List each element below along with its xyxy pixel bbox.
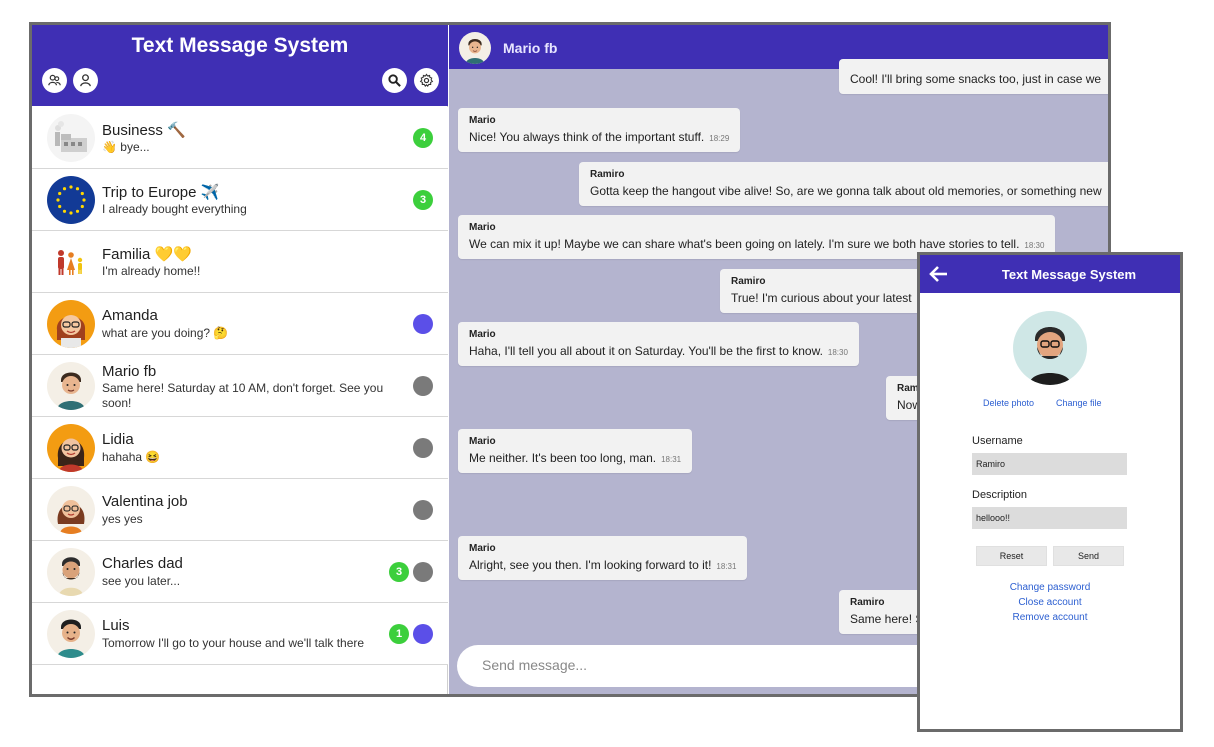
chat-item-amanda[interactable]: Amanda what are you doing? 🤔 xyxy=(32,293,448,355)
username-label: Username xyxy=(972,435,1023,447)
app-title: Text Message System xyxy=(131,34,349,57)
message-text: We can mix it up! Maybe we can share wha… xyxy=(469,237,1020,251)
chat-item-trip-to-europe[interactable]: Trip to Europe ✈️ I already bought every… xyxy=(32,169,448,231)
change-file-link[interactable]: Change file xyxy=(1056,398,1102,408)
offline-status-dot xyxy=(413,500,433,520)
chat-preview: hahaha 😆 xyxy=(102,450,161,464)
chat-item-charles-dad[interactable]: Charles dad see you later... 3 xyxy=(32,541,448,603)
chat-list: Business 🔨 👋 bye... 4 Trip to Europe ✈️ … xyxy=(32,107,448,665)
profile-photo xyxy=(1013,311,1087,385)
remove-account-link[interactable]: Remove account xyxy=(920,612,1180,623)
family-avatar xyxy=(47,238,95,286)
unread-badge: 1 xyxy=(389,624,409,644)
message-sender: Mario xyxy=(469,222,496,233)
message-text: Nice! You always think of the important … xyxy=(469,130,705,144)
chat-preview: see you later... xyxy=(102,574,181,588)
mario-avatar xyxy=(47,362,95,410)
message-time: 18:30 xyxy=(1024,241,1045,250)
message-sender: Mario xyxy=(469,543,496,554)
chat-name: Valentina job xyxy=(102,493,188,510)
chat-preview: yes yes xyxy=(102,512,143,526)
delete-photo-link[interactable]: Delete photo xyxy=(983,398,1034,408)
chat-name: Mario fb xyxy=(102,363,157,380)
gear-icon[interactable] xyxy=(414,68,439,93)
message-incoming: Mario Alright, see you then. I'm looking… xyxy=(458,536,748,580)
online-status-dot xyxy=(413,624,433,644)
message-outgoing: Ramiro Gotta keep the hangout vibe alive… xyxy=(579,162,1108,206)
message-incoming: Mario Me neither. It's been too long, ma… xyxy=(458,429,693,473)
message-text: Alright, see you then. I'm looking forwa… xyxy=(469,558,712,572)
contact-avatar[interactable] xyxy=(459,32,491,64)
chat-preview: I already bought everything xyxy=(102,202,247,216)
message-time: 18:30 xyxy=(827,348,848,357)
chat-preview: Same here! Saturday at 10 AM, don't forg… xyxy=(102,381,384,410)
message-sender: Ramiro xyxy=(590,169,625,180)
chat-item-valentina-job[interactable]: Valentina job yes yes xyxy=(32,479,448,541)
message-outgoing: Cool! I'll bring some snacks too, just i… xyxy=(839,59,1108,94)
chat-item-lidia[interactable]: Lidia hahaha 😆 xyxy=(32,417,448,479)
description-label: Description xyxy=(972,489,1028,501)
message-text: True! I'm curious about your latest xyxy=(731,291,912,305)
message-text: Same here! S xyxy=(850,612,924,626)
user-icon[interactable] xyxy=(73,68,98,93)
profile-window: Text Message System Delete photo Change … xyxy=(917,252,1183,732)
chat-item-mario-fb[interactable]: Mario fb Same here! Saturday at 10 AM, d… xyxy=(32,355,448,417)
message-text: Cool! I'll bring some snacks too, just i… xyxy=(850,72,1102,86)
factory-avatar xyxy=(47,114,95,162)
people-icon[interactable] xyxy=(42,68,67,93)
chat-preview: 👋 bye... xyxy=(102,140,150,154)
luis-avatar xyxy=(47,610,95,658)
chat-item-business[interactable]: Business 🔨 👋 bye... 4 xyxy=(32,107,448,169)
charles-avatar xyxy=(47,548,95,596)
chat-preview: what are you doing? 🤔 xyxy=(102,326,229,340)
unread-badge: 3 xyxy=(389,562,409,582)
unread-badge: 3 xyxy=(413,190,433,210)
sidebar-header: Text Message System xyxy=(32,25,448,106)
message-time: 18:31 xyxy=(716,562,737,571)
amanda-avatar xyxy=(47,300,95,348)
offline-status-dot xyxy=(413,562,433,582)
message-text: Haha, I'll tell you all about it on Satu… xyxy=(469,344,823,358)
chat-name: Trip to Europe ✈️ xyxy=(102,184,220,201)
message-input[interactable] xyxy=(482,657,962,673)
send-button[interactable]: Send xyxy=(1053,546,1124,566)
eu-flag-avatar xyxy=(47,176,95,224)
online-status-dot xyxy=(413,314,433,334)
chat-name: Lidia xyxy=(102,431,134,448)
message-incoming: Mario Haha, I'll tell you all about it o… xyxy=(458,322,859,366)
chat-item-familia[interactable]: Familia 💛💛 I'm already home!! xyxy=(32,231,448,293)
back-arrow-icon[interactable] xyxy=(928,263,950,285)
message-sender: Mario xyxy=(469,329,496,340)
message-time: 18:31 xyxy=(661,455,682,464)
chat-list-panel: Text Message System Business 🔨 👋 bye... … xyxy=(32,25,448,694)
message-text: Me neither. It's been too long, man. xyxy=(469,451,657,465)
lidia-avatar xyxy=(47,424,95,472)
message-incoming: Mario Nice! You always think of the impo… xyxy=(458,108,741,152)
chat-name: Familia 💛💛 xyxy=(102,246,192,263)
chat-name: Business 🔨 xyxy=(102,122,186,139)
chat-name: Charles dad xyxy=(102,555,183,572)
message-sender: Mario xyxy=(469,115,496,126)
search-icon[interactable] xyxy=(382,68,407,93)
chat-preview: I'm already home!! xyxy=(102,264,201,278)
offline-status-dot xyxy=(413,376,433,396)
offline-status-dot xyxy=(413,438,433,458)
chat-name: Amanda xyxy=(102,307,158,324)
reset-button[interactable]: Reset xyxy=(976,546,1047,566)
message-sender: Mario xyxy=(469,436,496,447)
chat-preview: Tomorrow I'll go to your house and we'll… xyxy=(102,636,365,650)
conversation-title: Mario fb xyxy=(503,40,558,56)
unread-badge: 4 xyxy=(413,128,433,148)
valentina-avatar xyxy=(47,486,95,534)
chat-name: Luis xyxy=(102,617,130,634)
profile-title: Text Message System xyxy=(1001,267,1137,282)
description-field[interactable] xyxy=(972,507,1127,529)
message-text: Gotta keep the hangout vibe alive! So, a… xyxy=(590,184,1102,198)
close-account-link[interactable]: Close account xyxy=(920,597,1180,608)
chat-item-luis[interactable]: Luis Tomorrow I'll go to your house and … xyxy=(32,603,448,665)
profile-header: Text Message System xyxy=(920,255,1180,293)
change-password-link[interactable]: Change password xyxy=(920,582,1180,593)
username-field[interactable] xyxy=(972,453,1127,475)
message-time: 18:29 xyxy=(709,134,730,143)
